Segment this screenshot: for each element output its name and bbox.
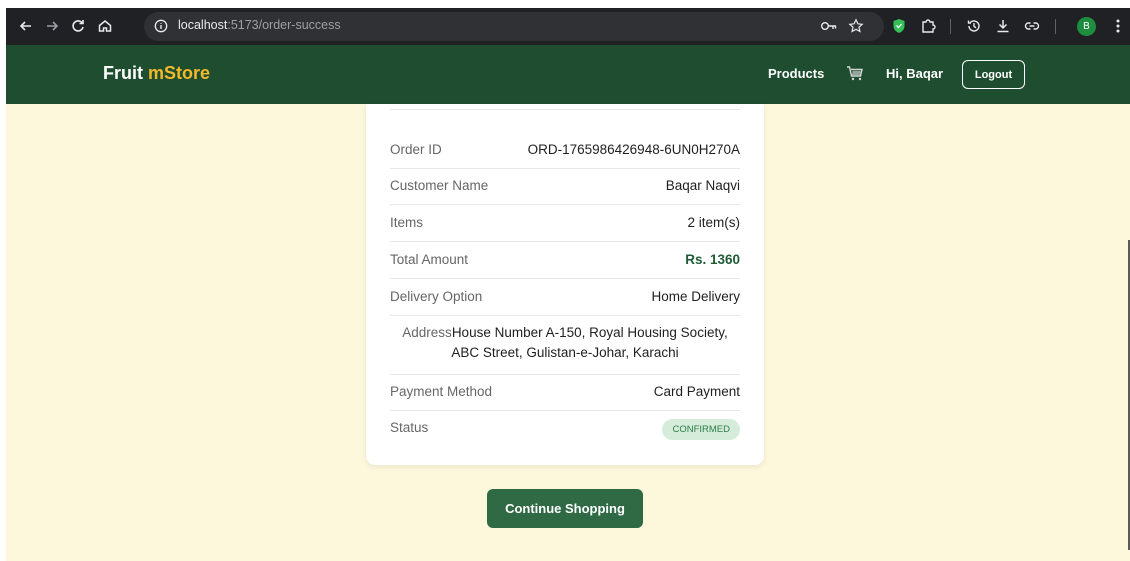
delivery-option-value: Home Delivery: [651, 289, 740, 304]
brand-name-part1: Fruit: [103, 63, 148, 83]
address-line-1: House Number A-150, Royal Housing Societ…: [451, 325, 728, 340]
order-id-row: Order ID ORD-1765986426948-6UN0H270A: [390, 133, 740, 169]
payment-method-row: Payment Method Card Payment: [390, 375, 740, 411]
customer-name-row: Customer Name Baqar Naqvi: [390, 169, 740, 205]
total-amount-row: Total Amount Rs. 1360: [390, 243, 740, 279]
kebab-menu-icon[interactable]: [1108, 16, 1128, 36]
link-icon[interactable]: [1022, 16, 1042, 36]
row-label: Customer Name: [390, 178, 489, 193]
url-path: :5173/order-success: [227, 18, 341, 32]
row-label: Payment Method: [390, 384, 493, 399]
history-icon[interactable]: [964, 16, 984, 36]
items-value: 2 item(s): [687, 215, 740, 230]
order-details-card: Order ID ORD-1765986426948-6UN0H270A Cus…: [366, 104, 764, 465]
logout-button[interactable]: Logout: [962, 60, 1025, 89]
address-bar[interactable]: localhost:5173/order-success: [144, 12, 884, 41]
star-icon[interactable]: [847, 17, 865, 35]
row-label: Delivery Option: [390, 289, 483, 304]
brand-logo[interactable]: Fruit mStore: [103, 63, 210, 84]
home-icon[interactable]: [95, 16, 115, 36]
continue-shopping-button[interactable]: Continue Shopping: [487, 489, 643, 528]
app-header: Fruit mStore Products Hi, Baqar Logout: [6, 45, 1130, 104]
customer-name-value: Baqar Naqvi: [665, 178, 740, 193]
browser-toolbar: localhost:5173/order-success B: [6, 8, 1130, 45]
address-row: AddressHouse Number A-150, Royal Housing…: [390, 317, 740, 375]
url-text[interactable]: localhost:5173/order-success: [178, 18, 341, 32]
reload-icon[interactable]: [68, 16, 88, 36]
puzzle-icon[interactable]: [918, 16, 938, 36]
address-label: Address: [402, 325, 452, 340]
download-icon[interactable]: [993, 16, 1013, 36]
status-row: Status CONFIRMED: [390, 411, 740, 447]
items-row: Items 2 item(s): [390, 206, 740, 242]
nav-products-link[interactable]: Products: [768, 66, 824, 81]
profile-avatar[interactable]: B: [1077, 17, 1096, 36]
back-arrow-icon[interactable]: [16, 16, 36, 36]
row-label: Total Amount: [390, 252, 469, 267]
row-label: Status: [390, 420, 429, 435]
delivery-option-row: Delivery Option Home Delivery: [390, 280, 740, 316]
row-label: Items: [390, 215, 424, 230]
brand-name-part2: mStore: [148, 63, 211, 83]
forward-arrow-icon[interactable]: [42, 16, 62, 36]
toolbar-separator: [950, 19, 951, 34]
status-badge: CONFIRMED: [662, 419, 740, 440]
row-label: Order ID: [390, 142, 442, 157]
total-amount-value: Rs. 1360: [685, 252, 740, 267]
key-icon[interactable]: [820, 17, 838, 35]
payment-method-value: Card Payment: [653, 384, 740, 399]
shield-extension-icon[interactable]: [889, 16, 909, 36]
order-id-value: ORD-1765986426948-6UN0H270A: [527, 142, 740, 157]
browser-window: localhost:5173/order-success B Fruit mSt…: [6, 8, 1130, 561]
info-icon[interactable]: [152, 17, 170, 35]
card-divider: [390, 109, 740, 110]
cart-icon[interactable]: [846, 65, 864, 81]
url-host: localhost: [178, 18, 228, 32]
toolbar-separator: [1055, 19, 1056, 34]
address-line-2: ABC Street, Gulistan-e-Johar, Karachi: [451, 345, 679, 360]
user-greeting: Hi, Baqar: [886, 66, 944, 81]
